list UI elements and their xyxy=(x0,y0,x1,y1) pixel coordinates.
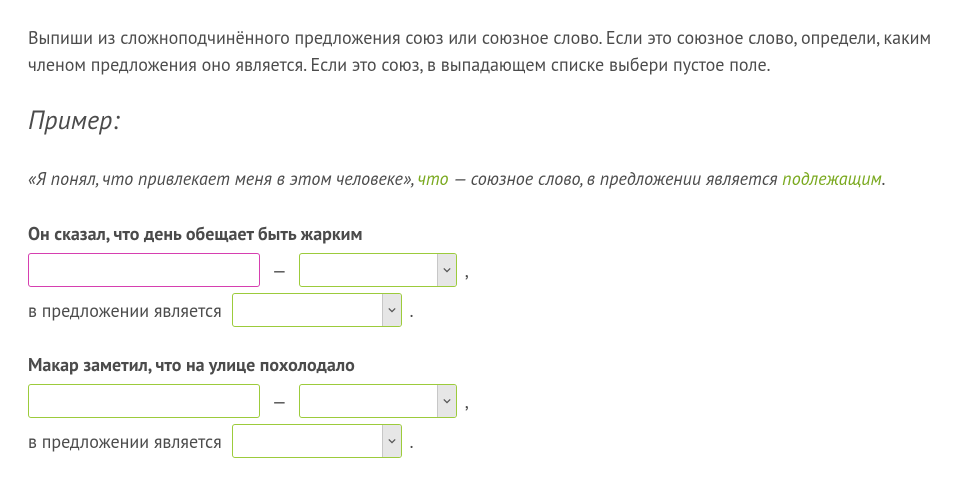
example-role: подлежащим xyxy=(782,167,881,190)
task-row-2: в предложении является . xyxy=(28,293,938,327)
task-sentence: Он сказал, что день обещает быть жарким xyxy=(28,222,938,245)
conjunction-input[interactable] xyxy=(28,253,260,287)
period: . xyxy=(410,299,414,322)
role-select-wrap xyxy=(232,293,402,327)
period: . xyxy=(410,430,414,453)
example-middle: — союзное слово, в предложении является xyxy=(449,167,783,190)
example-quote: «Я понял, что привлекает меня в этом чел… xyxy=(28,167,417,190)
type-select-wrap xyxy=(299,384,457,418)
dash-separator: — xyxy=(272,259,287,282)
example-tail: . xyxy=(882,167,886,190)
type-select[interactable] xyxy=(299,384,457,418)
role-prefix-label: в предложении является xyxy=(28,430,222,453)
example-heading: Пример: xyxy=(28,104,938,137)
role-prefix-label: в предложении является xyxy=(28,299,222,322)
task-block: Он сказал, что день обещает быть жарким … xyxy=(28,222,938,327)
example-word: что xyxy=(417,167,448,190)
role-select-wrap xyxy=(232,424,402,458)
task-row-1: — , xyxy=(28,253,938,287)
task-block: Макар заметил, что на улице похолодало —… xyxy=(28,353,938,458)
example-line: «Я понял, что привлекает меня в этом чел… xyxy=(28,165,938,192)
conjunction-input[interactable] xyxy=(28,384,260,418)
dash-separator: — xyxy=(272,390,287,413)
task-row-2: в предложении является . xyxy=(28,424,938,458)
type-select-wrap xyxy=(299,253,457,287)
exercise-page: Выпиши из сложноподчинённого предложения… xyxy=(0,0,966,504)
comma: , xyxy=(465,390,469,413)
task-row-1: — , xyxy=(28,384,938,418)
role-select[interactable] xyxy=(232,424,402,458)
comma: , xyxy=(465,259,469,282)
instructions-text: Выпиши из сложноподчинённого предложения… xyxy=(28,24,938,78)
type-select[interactable] xyxy=(299,253,457,287)
role-select[interactable] xyxy=(232,293,402,327)
task-sentence: Макар заметил, что на улице похолодало xyxy=(28,353,938,376)
